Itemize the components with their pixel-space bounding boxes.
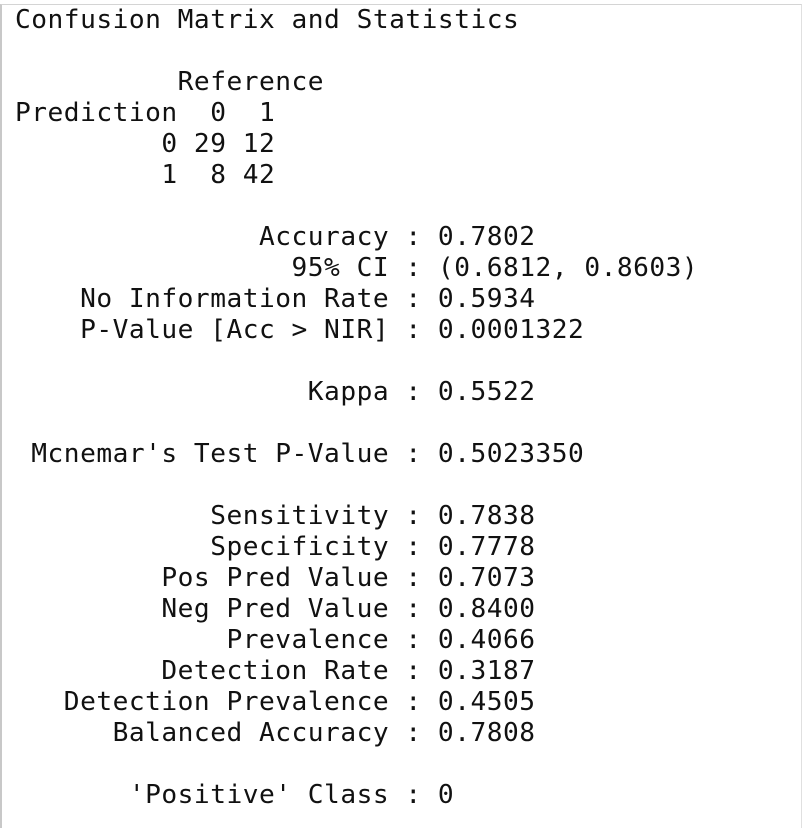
matrix-prediction-header: Prediction 0 1 [15, 98, 276, 128]
stat-pos-pred-value: Pos Pred Value : 0.7073 [15, 563, 536, 593]
stat-kappa: Kappa : 0.5522 [15, 377, 536, 407]
matrix-row-1: 1 8 42 [15, 160, 276, 190]
stat-detection-rate: Detection Rate : 0.3187 [15, 656, 536, 686]
console-output-panel: Confusion Matrix and Statistics Referenc… [0, 4, 802, 828]
stat-95-ci: 95% CI : (0.6812, 0.8603) [15, 253, 699, 283]
stat-accuracy: Accuracy : 0.7802 [15, 222, 536, 252]
console-text: Confusion Matrix and Statistics Referenc… [15, 5, 698, 811]
matrix-reference-header: Reference [15, 67, 325, 97]
stat-sensitivity: Sensitivity : 0.7838 [15, 501, 536, 531]
stat-positive-class: 'Positive' Class : 0 [15, 780, 455, 810]
output-title: Confusion Matrix and Statistics [15, 5, 520, 35]
stat-balanced-accuracy: Balanced Accuracy : 0.7808 [15, 718, 536, 748]
stat-specificity: Specificity : 0.7778 [15, 532, 536, 562]
stat-mcnemar-p-value: Mcnemar's Test P-Value : 0.5023350 [15, 439, 585, 469]
stat-detection-prevalence: Detection Prevalence : 0.4505 [15, 687, 536, 717]
stat-neg-pred-value: Neg Pred Value : 0.8400 [15, 594, 536, 624]
stat-no-information-rate: No Information Rate : 0.5934 [15, 284, 536, 314]
matrix-row-0: 0 29 12 [15, 129, 276, 159]
stat-p-value-acc-nir: P-Value [Acc > NIR] : 0.0001322 [15, 315, 585, 345]
stat-prevalence: Prevalence : 0.4066 [15, 625, 536, 655]
